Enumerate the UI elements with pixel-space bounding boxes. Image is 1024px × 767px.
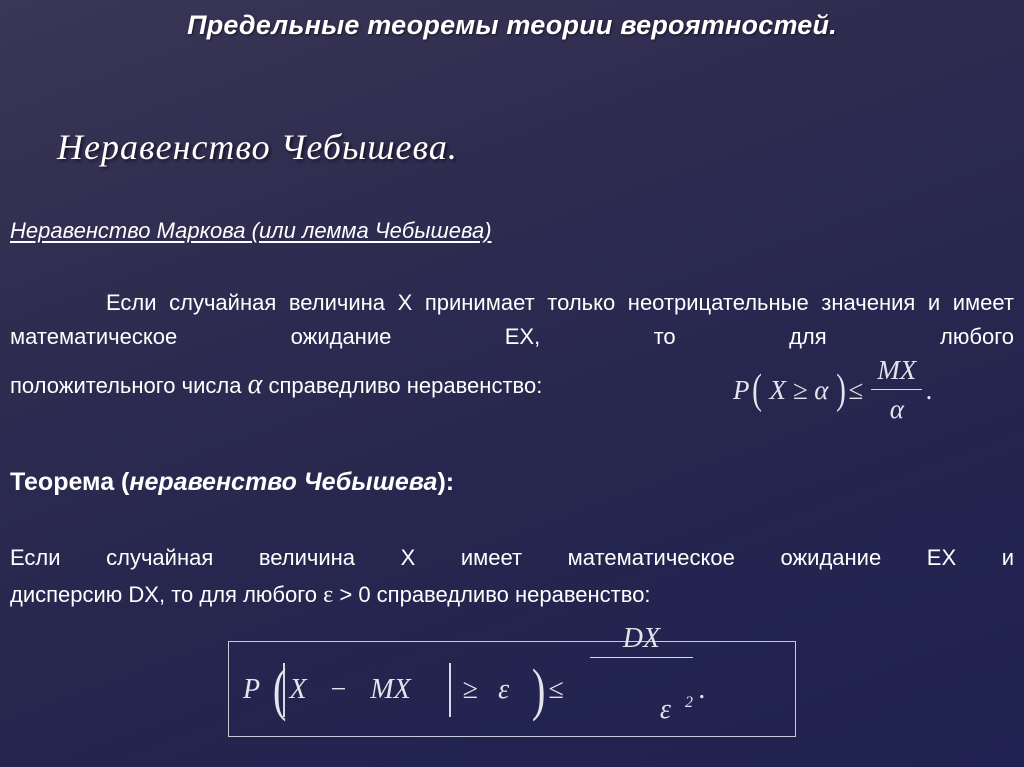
slide: Предельные теоремы теории вероятностей. … bbox=[0, 0, 1024, 767]
theorem-heading: Теорема (неравенство Чебышева): bbox=[10, 468, 454, 497]
markov-paragraph-text: Если случайная величина X принимает толь… bbox=[10, 290, 1014, 349]
cheb-formula-numerator: DX bbox=[622, 622, 661, 654]
cheb-formula-fraction: DX ε2 bbox=[589, 622, 693, 758]
cheb-formula-denominator: ε2 bbox=[590, 658, 693, 758]
theorem-heading-italic: неравенство Чебышева bbox=[129, 468, 438, 496]
markov-formula-inner: X ≥ α bbox=[769, 374, 829, 405]
markov-formula-fraction: MX α bbox=[871, 355, 923, 425]
cheb-formula-open-paren: ( bbox=[273, 657, 287, 722]
cheb-formula-ge: ≥ bbox=[462, 674, 479, 705]
theorem-last-line-before: дисперсию DX, то для любого bbox=[10, 582, 318, 607]
markov-last-line-before: положительного числа bbox=[10, 373, 242, 398]
cheb-formula-denominator-eps: ε bbox=[659, 693, 671, 725]
cheb-formula-le: ≤ bbox=[548, 674, 564, 705]
alpha-symbol: α bbox=[247, 369, 263, 400]
theorem-heading-prefix: Теорема ( bbox=[10, 468, 130, 496]
markov-heading: Неравенство Маркова (или лемма Чебышева) bbox=[10, 218, 492, 243]
cheb-formula-exponent: 2 bbox=[684, 694, 693, 712]
cheb-formula-close-paren: ) bbox=[532, 657, 546, 722]
abs-bar-right bbox=[448, 663, 451, 717]
markov-last-line: положительного числа α справедливо нерав… bbox=[10, 369, 542, 401]
cheb-formula-x: X bbox=[289, 674, 307, 705]
slide-title: Предельные теоремы теории вероятностей. bbox=[187, 10, 837, 40]
chebyshev-formula-box: P ( X − MX ≥ ε ) ≤ DX ε2 . bbox=[228, 623, 796, 737]
epsilon-symbol: ε bbox=[323, 582, 334, 608]
markov-formula-period: . bbox=[926, 374, 934, 405]
theorem-last-line-after: > 0 справедливо неравенство: bbox=[339, 582, 651, 607]
theorem-heading-suffix: ): bbox=[437, 468, 455, 496]
markov-formula-close-paren: ) bbox=[836, 367, 847, 413]
markov-formula-numerator: MX bbox=[877, 355, 917, 385]
cheb-formula-eps: ε bbox=[498, 674, 510, 705]
markov-last-line-after: справедливо неравенство: bbox=[268, 373, 543, 398]
chebyshev-formula: P ( X − MX ≥ ε ) ≤ DX ε2 . bbox=[243, 623, 706, 730]
theorem-paragraph: Если случайная величина X имеет математи… bbox=[10, 545, 1014, 570]
markov-formula-le: ≤ bbox=[848, 374, 864, 405]
cheb-formula-minus: − bbox=[330, 674, 347, 705]
cheb-formula-mx: MX bbox=[370, 674, 411, 705]
markov-paragraph: Если случайная величина X принимает толь… bbox=[10, 286, 1014, 354]
markov-formula-open-paren: ( bbox=[751, 367, 762, 413]
markov-formula-denominator: α bbox=[889, 394, 904, 424]
markov-formula-p: P bbox=[733, 374, 750, 405]
markov-formula: P ( X ≥ α ) ≤ MX α . bbox=[733, 355, 933, 425]
theorem-last-line: дисперсию DX, то для любого ε > 0 справе… bbox=[10, 582, 651, 609]
cheb-formula-p: P bbox=[243, 674, 261, 705]
slide-subtitle: Неравенство Чебышева. bbox=[57, 127, 458, 167]
cheb-formula-period: . bbox=[698, 674, 706, 705]
